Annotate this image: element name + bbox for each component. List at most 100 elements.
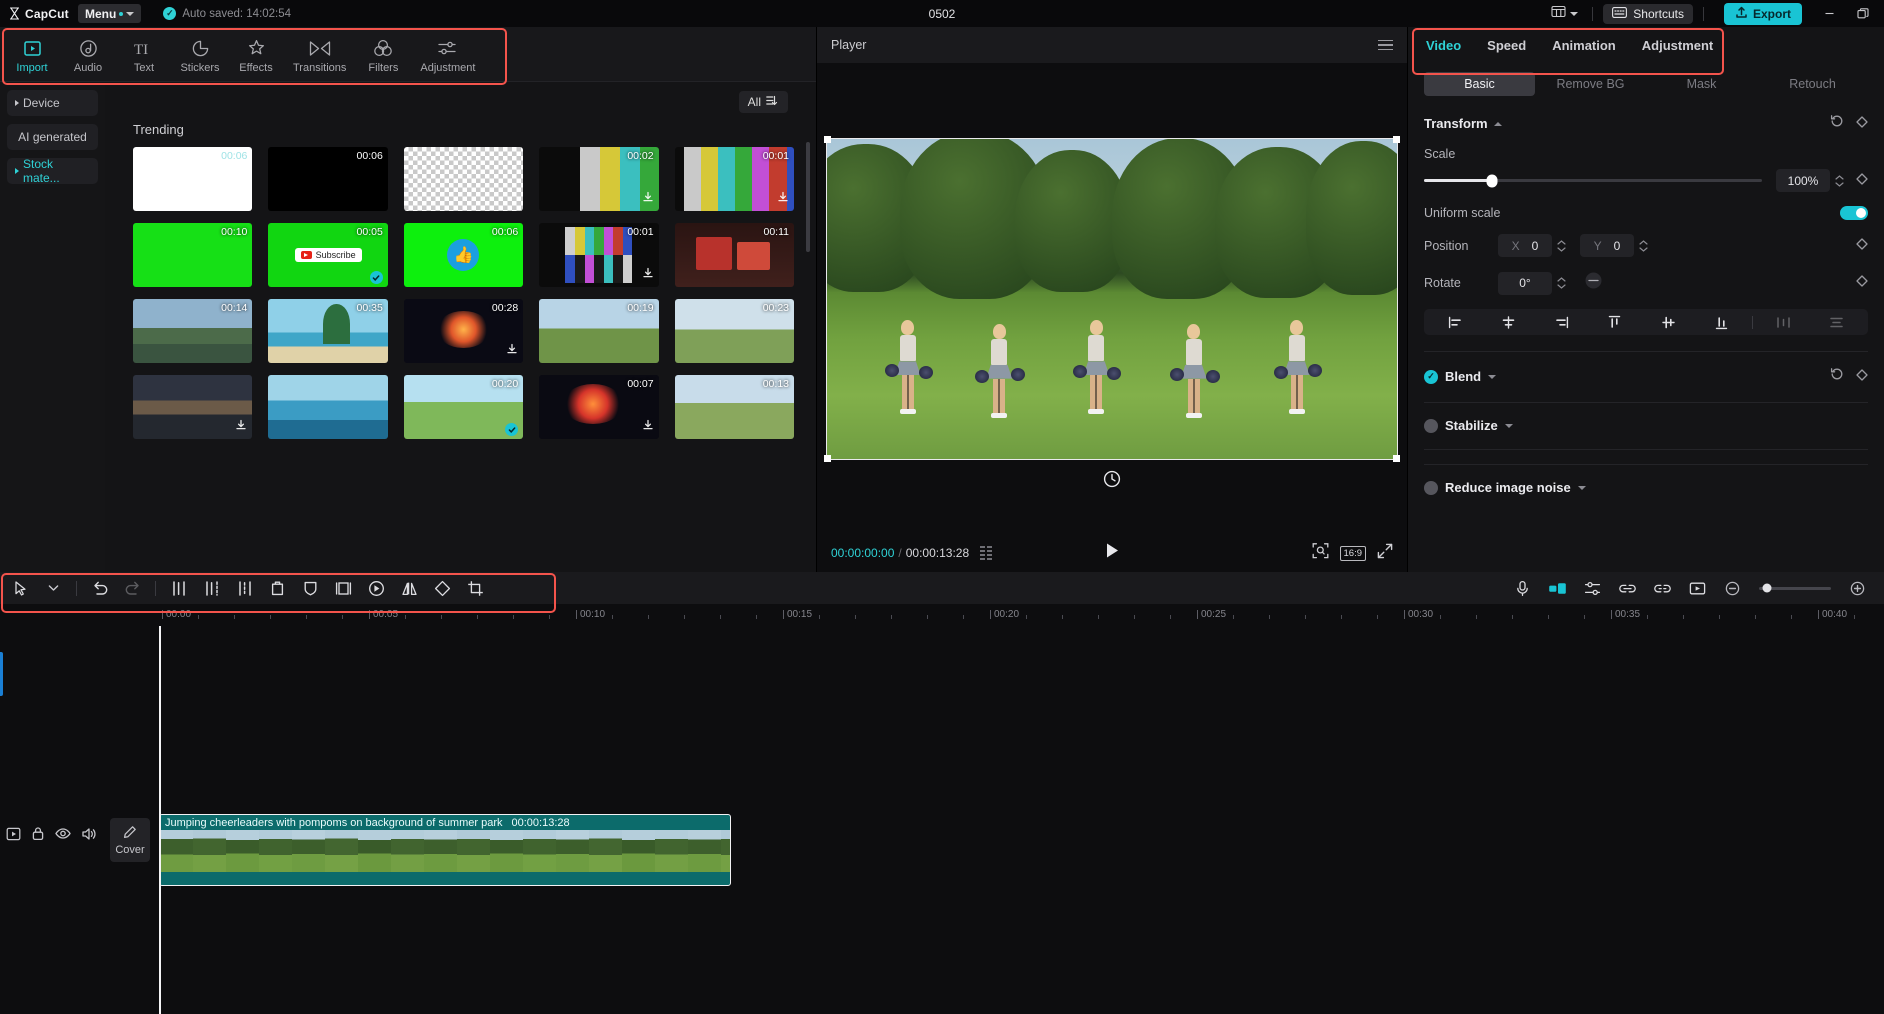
media-item[interactable]: 00:06 (133, 147, 253, 211)
media-item[interactable] (268, 375, 388, 439)
chevron-down-icon[interactable] (1488, 374, 1497, 379)
crop-icon[interactable] (459, 572, 492, 604)
toolbar-item-transitions[interactable]: Transitions (284, 35, 355, 74)
align-center-v-icon[interactable] (1643, 309, 1694, 335)
media-item[interactable]: 00:13 (674, 375, 794, 439)
toolbar-item-stickers[interactable]: Stickers (172, 35, 228, 74)
reset-icon[interactable] (1830, 114, 1844, 133)
auto-caption-icon[interactable] (1541, 572, 1574, 604)
media-item[interactable]: 00:20 (403, 375, 524, 439)
select-cursor-icon[interactable] (4, 572, 37, 604)
chevron-down-icon[interactable] (1577, 485, 1586, 490)
tab-video[interactable]: Video (1426, 38, 1461, 53)
filter-all-button[interactable]: All (738, 91, 788, 113)
media-scrollbar[interactable] (806, 142, 810, 252)
zoom-in-icon[interactable] (1841, 572, 1874, 604)
video-canvas[interactable] (824, 135, 1400, 487)
blend-checkbox[interactable]: ✓ (1424, 369, 1438, 384)
media-item[interactable]: 00:06 (268, 147, 388, 211)
chevron-down-icon[interactable] (1504, 423, 1513, 428)
freeze-frame-icon[interactable] (327, 572, 360, 604)
trim-right-icon[interactable] (228, 572, 261, 604)
sidebar-item-ai-generated[interactable]: AI generated (7, 124, 98, 150)
media-item[interactable]: 00:28 (403, 299, 524, 363)
export-button[interactable]: Export (1723, 2, 1802, 25)
rotate-input[interactable]: 0° (1498, 271, 1552, 295)
subtab-retouch[interactable]: Retouch (1757, 72, 1868, 96)
undo-icon[interactable] (83, 572, 116, 604)
timeline-clip[interactable]: Jumping cheerleaders with pompoms on bac… (159, 814, 731, 886)
aspect-ratio-button[interactable]: 16:9 (1339, 545, 1366, 561)
media-item[interactable]: 00:35 (268, 299, 388, 363)
media-item[interactable] (133, 375, 253, 439)
link-icon[interactable] (1611, 572, 1644, 604)
subtab-basic[interactable]: Basic (1424, 72, 1535, 96)
rotate-icon[interactable] (426, 572, 459, 604)
download-icon[interactable] (235, 418, 247, 436)
tab-animation[interactable]: Animation (1552, 38, 1616, 53)
scale-slider[interactable] (1424, 174, 1762, 187)
keyframe-icon[interactable] (1856, 172, 1868, 190)
distribute-h-icon[interactable] (1758, 309, 1809, 335)
tab-adjustment[interactable]: Adjustment (1642, 38, 1714, 53)
distribute-v-icon[interactable] (1811, 309, 1862, 335)
reduce-noise-checkbox[interactable] (1424, 480, 1438, 495)
layout-button[interactable] (1547, 3, 1582, 25)
media-item[interactable]: 00:19 (539, 299, 659, 363)
reset-rotation-icon[interactable] (1103, 470, 1121, 488)
toolbar-item-adjustment[interactable]: Adjustment (411, 35, 484, 74)
play-button[interactable] (1104, 542, 1120, 564)
speaker-icon[interactable] (81, 827, 97, 846)
adjust-tracks-icon[interactable] (1576, 572, 1609, 604)
download-icon[interactable] (642, 266, 654, 284)
subtab-mask[interactable]: Mask (1646, 72, 1757, 96)
align-center-h-icon[interactable] (1483, 309, 1534, 335)
media-item[interactable]: 00:07 (539, 375, 659, 439)
toolbar-item-audio[interactable]: Audio (60, 35, 116, 74)
media-item[interactable]: 00:01 (674, 147, 794, 211)
timeline-zoom-slider[interactable] (1759, 583, 1831, 593)
toolbar-item-filters[interactable]: Filters (355, 35, 411, 74)
sidebar-item-device[interactable]: Device (7, 90, 98, 116)
frames-icon[interactable] (980, 545, 993, 561)
lock-icon[interactable] (31, 826, 45, 846)
media-item[interactable]: 00:01 (539, 223, 659, 287)
fullscreen-icon[interactable] (1377, 543, 1393, 564)
position-y-input[interactable]: Y 0 (1580, 234, 1634, 257)
trim-left-icon[interactable] (195, 572, 228, 604)
menu-button[interactable]: Menu (78, 4, 142, 23)
reverse-icon[interactable] (360, 572, 393, 604)
position-x-stepper[interactable] (1557, 239, 1566, 252)
rotate-dial-icon[interactable] (1584, 271, 1603, 295)
download-icon[interactable] (642, 190, 654, 208)
media-item[interactable]: 00:02 (539, 147, 659, 211)
shortcuts-button[interactable]: Shortcuts (1603, 3, 1693, 24)
stabilize-checkbox[interactable] (1424, 418, 1438, 433)
reset-icon[interactable] (1830, 367, 1844, 386)
shield-icon[interactable] (294, 572, 327, 604)
zoom-out-icon[interactable] (1716, 572, 1749, 604)
media-item[interactable]: 00:14 (133, 299, 253, 363)
keyframe-icon[interactable] (1856, 237, 1868, 255)
toolbar-item-text[interactable]: TI Text (116, 35, 172, 74)
align-left-icon[interactable] (1430, 309, 1481, 335)
scale-value-input[interactable]: 100% (1776, 169, 1830, 192)
uniform-scale-toggle[interactable] (1840, 206, 1868, 220)
unlink-icon[interactable] (1646, 572, 1679, 604)
media-item[interactable]: Subscribe 00:05 (268, 223, 388, 287)
align-top-icon[interactable] (1589, 309, 1640, 335)
keyframe-icon[interactable] (1856, 115, 1868, 133)
redo-icon[interactable] (116, 572, 149, 604)
split-icon[interactable] (162, 572, 195, 604)
minimize-button[interactable] (1812, 0, 1846, 27)
media-item[interactable]: 00:11 (674, 223, 794, 287)
mirror-icon[interactable] (393, 572, 426, 604)
keyframe-icon[interactable] (1856, 368, 1868, 386)
timeline-ruler[interactable]: 00:00 00:05 00:10 00:15 00:20 00:25 00:3… (0, 604, 1884, 626)
toolbar-item-import[interactable]: Import (4, 35, 60, 74)
sidebar-item-stock-materials[interactable]: Stock mate... (7, 157, 98, 185)
hamburger-icon[interactable] (1378, 39, 1393, 51)
media-item[interactable]: 👍 00:06 (403, 223, 524, 287)
tab-speed[interactable]: Speed (1487, 38, 1526, 53)
chevron-up-icon[interactable] (1493, 121, 1502, 126)
